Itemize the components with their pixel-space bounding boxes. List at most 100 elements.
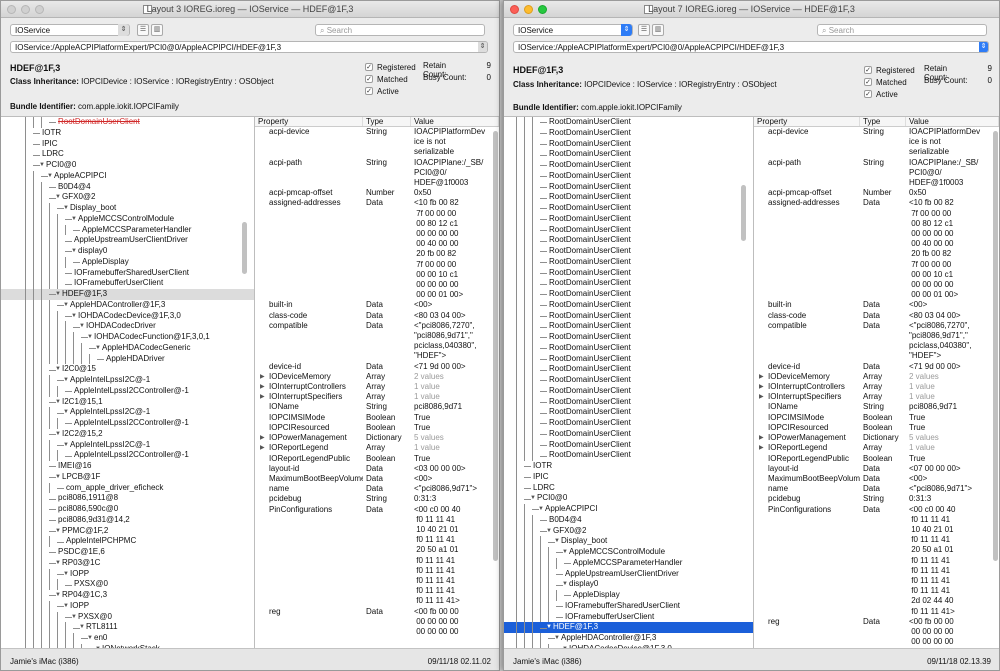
tree-row[interactable]: ▼ Display_boot [1,203,254,214]
disclosure-triangle-icon[interactable]: ▼ [55,590,61,601]
tree-row[interactable]: RootDomainUserClient [504,117,753,128]
plane-select[interactable]: IOService ⇕ [513,24,633,36]
disclosure-triangle-icon[interactable]: ▼ [63,601,69,612]
column-view-button[interactable]: ▥ [151,24,163,36]
property-row[interactable]: ▶ IOInterruptSpecifiers Array 1 value [255,392,499,402]
column-header[interactable]: Type [363,117,411,126]
disclosure-triangle-icon[interactable]: ▶ [260,372,265,382]
disclosure-triangle-icon[interactable]: ▶ [759,443,764,453]
tree-row[interactable]: RootDomainUserClient [504,428,753,440]
registered-checkbox[interactable]: ✓ Registered [365,61,416,73]
property-row[interactable]: MaximumBootBeepVolume Data <00> [754,474,999,484]
disclosure-triangle-icon[interactable]: ▼ [63,203,69,214]
active-checkbox[interactable]: ✓ Active [864,88,915,100]
tree-row[interactable]: ▼ AppleHDAController@1F,3 [1,299,254,311]
tree-row[interactable]: RootDomainUserClient [504,160,753,171]
tree-row[interactable]: ▼ IOPP [1,600,254,612]
property-row[interactable]: compatible Data <"pci8086,7270", "pci8086,… [754,321,999,362]
property-row[interactable]: pcidebug String 0:31:3 [255,494,499,504]
property-row[interactable]: ▶ IOReportLegend Array 1 value [754,443,999,453]
tree-row[interactable]: RootDomainUserClient [504,418,753,429]
tree-row[interactable]: B0D4@4 [1,181,254,193]
disclosure-triangle-icon[interactable]: ▼ [47,171,53,182]
tree-row[interactable]: RootDomainUserClient [504,332,753,343]
property-row[interactable]: acpi-device String IOACPIPlatformDev ice i… [255,127,499,158]
column-header[interactable]: Property [255,117,363,126]
tree-row[interactable]: RootDomainUserClient [504,385,753,397]
disclosure-triangle-icon[interactable]: ▼ [71,214,77,225]
disclosure-triangle-icon[interactable]: ▼ [55,558,61,569]
tree-row[interactable]: IPIC [1,138,254,150]
tree-row[interactable]: RootDomainUserClient [504,289,753,300]
registry-tree[interactable]: RootDomainUserClient RootDomainUserClient… [504,116,753,648]
tree-row[interactable]: AppleHDADriver [1,353,254,365]
tree-row[interactable]: pci8086,1911@8 [1,493,254,504]
property-row[interactable]: layout-id Data <03 00 00 00> [255,464,499,474]
tree-row[interactable]: AppleDisplay [504,590,753,601]
tree-row[interactable]: com_apple_driver_eficheck [1,482,254,494]
disclosure-triangle-icon[interactable]: ▼ [55,289,61,300]
disclosure-triangle-icon[interactable]: ▼ [562,579,568,590]
tree-row[interactable]: RootDomainUserClient [504,375,753,386]
tree-row[interactable]: AppleIntelPCHPMC [1,536,254,547]
tree-row[interactable]: ▼ PCI0@0 [1,160,254,171]
browser-view-button[interactable]: ☰ [137,24,149,36]
tree-row[interactable]: ▼ HDEF@1F,3 [1,289,254,300]
tree-row[interactable]: ▼ GFX0@2 [1,192,254,203]
property-row[interactable]: IOPCIMSIMode Boolean True [255,413,499,423]
tree-row[interactable]: ▼ IOHDACodecFunction@1F,3,0,1 [1,332,254,343]
property-row[interactable]: built-in Data <00> [754,300,999,310]
disclosure-triangle-icon[interactable]: ▼ [63,375,69,386]
property-row[interactable]: IOPCIResourced Boolean True [754,423,999,433]
property-row[interactable]: acpi-pmcap-offset Number 0x50 [255,188,499,198]
property-row[interactable]: ▶ IOInterruptControllers Array 1 value [754,382,999,392]
column-header[interactable]: Type [860,117,906,126]
tree-row[interactable]: ▼ PPMC@1F,2 [1,525,254,537]
property-row[interactable]: pcidebug String 0:31:3 [754,494,999,504]
property-row[interactable]: IOReportLegendPublic Boolean True [754,454,999,464]
disclosure-triangle-icon[interactable]: ▼ [63,300,69,311]
tree-row[interactable]: ▼ RTL8111 [1,622,254,633]
tree-row[interactable]: ▼ AppleACPIPCI [1,170,254,182]
disclosure-triangle-icon[interactable]: ▼ [71,612,77,623]
tree-row[interactable]: IMEI@16 [1,461,254,472]
disclosure-triangle-icon[interactable]: ▼ [63,407,69,418]
property-row[interactable]: name Data <"pci8086,9d71"> [255,484,499,494]
tree-row[interactable]: AppleMCCSParameterHandler [1,224,254,236]
tree-row[interactable]: PSDC@1E,6 [1,547,254,558]
tree-row[interactable]: ▼ display0 [1,246,254,257]
disclosure-triangle-icon[interactable]: ▶ [759,433,764,443]
disclosure-triangle-icon[interactable]: ▶ [260,382,265,392]
registered-checkbox[interactable]: ✓ Registered [864,64,915,76]
column-header[interactable]: Property [754,117,860,126]
tree-row[interactable]: RootDomainUserClient [504,278,753,289]
tree-row[interactable]: LDRC [504,482,753,494]
property-row[interactable]: acpi-device String IOACPIPlatformDev ice i… [754,127,999,158]
disclosure-triangle-icon[interactable]: ▼ [55,429,61,440]
property-row[interactable]: ▶ IOPowerManagement Dictionary 5 values [754,433,999,443]
disclosure-triangle-icon[interactable]: ▼ [546,622,552,633]
tree-row[interactable]: ▼ IOPP [1,568,254,580]
disclosure-triangle-icon[interactable]: ▼ [95,343,101,354]
tree-row[interactable]: RootDomainUserClient [504,321,753,332]
tree-row[interactable]: ▼ I2C2@15,2 [1,428,254,440]
tree-row[interactable]: ▼ AppleHDAController@1F,3 [504,633,753,644]
property-row[interactable]: IOName String pci8086,9d71 [754,402,999,412]
disclosure-triangle-icon[interactable]: ▼ [79,321,85,332]
tree-row[interactable]: RootDomainUserClient [504,149,753,160]
tree-row[interactable]: ▼ AppleIntelLpssI2C@-1 [1,407,254,418]
tree-row[interactable]: AppleIntelLpssI2CController@-1 [1,450,254,461]
tree-row[interactable]: RootDomainUserClient [504,310,753,322]
disclosure-triangle-icon[interactable]: ▼ [538,504,544,515]
tree-row[interactable]: PXSX@0 [1,579,254,590]
disclosure-triangle-icon[interactable]: ▶ [260,392,265,402]
property-row[interactable]: acpi-path String IOACPIPlane:/_SB/ PCI0@0/… [255,158,499,189]
tree-row[interactable]: ▼ PCI0@0 [504,493,753,504]
disclosure-triangle-icon[interactable]: ▼ [39,160,45,171]
property-row[interactable]: reg Data <00 fb 00 00 00 00 00 00 00 00 00… [754,617,999,648]
tree-row[interactable]: ▼ display0 [504,579,753,590]
tree-row[interactable]: RootDomainUserClient [504,181,753,193]
tree-row[interactable]: RootDomainUserClient [504,203,753,214]
tree-row[interactable]: RootDomainUserClient [504,364,753,375]
tree-row[interactable]: RootDomainUserClient [504,353,753,365]
